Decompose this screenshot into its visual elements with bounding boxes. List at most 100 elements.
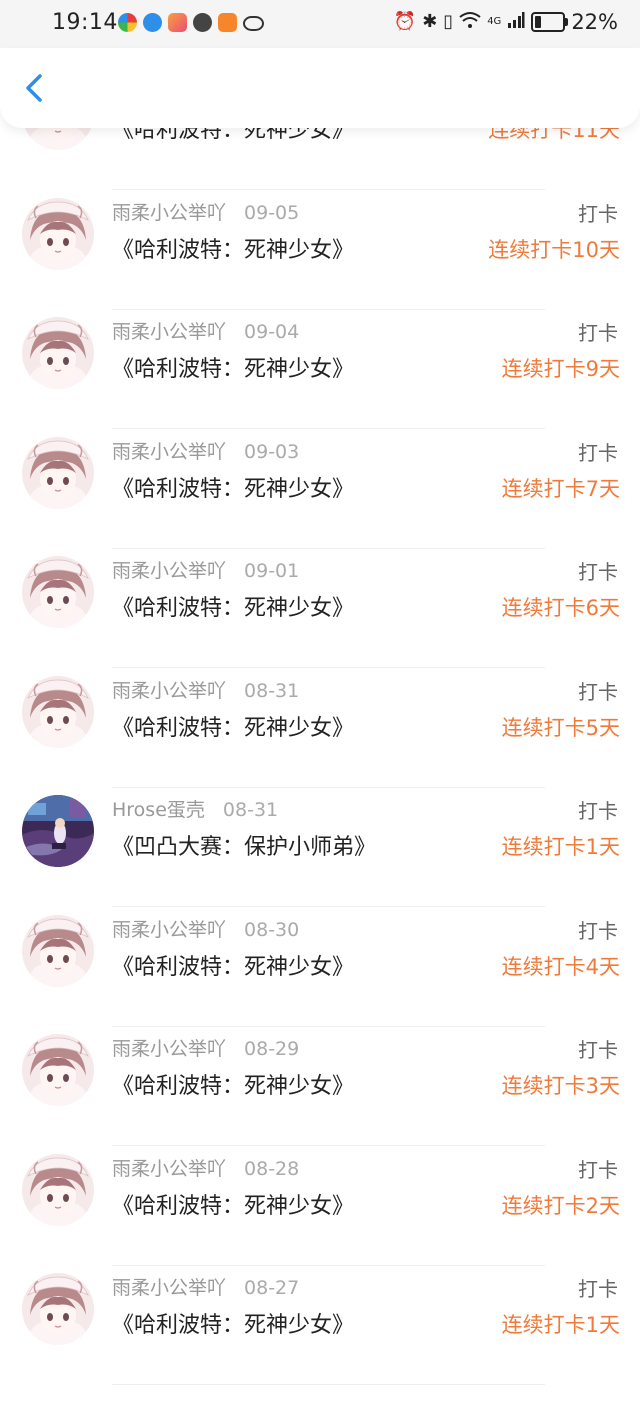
checkin-date: 09-01 bbox=[244, 560, 300, 582]
checkin-date: 08-31 bbox=[222, 799, 279, 821]
username[interactable]: 雨柔小公举吖 bbox=[112, 202, 226, 224]
orange-play-icon bbox=[218, 13, 237, 32]
row-divider bbox=[112, 906, 545, 907]
book-title[interactable]: 《哈利波特：死神少女》 bbox=[112, 1188, 354, 1220]
row-meta: 雨柔小公举吖 09-03 bbox=[112, 437, 299, 464]
username[interactable]: 雨柔小公举吖 bbox=[112, 680, 226, 702]
checkin-row[interactable]: 雨柔小公举吖 08-27 《哈利波特：死神少女》 打卡连续打卡1天 bbox=[0, 1267, 640, 1387]
row-divider bbox=[112, 1145, 545, 1146]
user-avatar[interactable] bbox=[22, 197, 94, 270]
book-title[interactable]: 《哈利波特：死神少女》 bbox=[112, 590, 354, 622]
checkin-label: 打卡 bbox=[578, 1277, 618, 1301]
status-bar: 19:14 ⏰ ✱ ▯ 4G 22% bbox=[0, 0, 640, 48]
checkin-row[interactable]: 雨柔小公举吖 09-03 《哈利波特：死神少女》 打卡 连续打卡7天 bbox=[0, 431, 640, 551]
row-divider bbox=[112, 786, 545, 788]
checkin-date: 09-04 bbox=[244, 321, 300, 343]
book-title[interactable]: 《哈利波特：死神少女》 bbox=[112, 710, 354, 742]
multicolor-flower-icon bbox=[118, 13, 137, 32]
battery-percent: 22% bbox=[571, 10, 618, 34]
streak-label: 连续打卡2天 bbox=[501, 1193, 620, 1218]
book-title[interactable]: 《哈利波特：死神少女》 bbox=[112, 232, 354, 264]
username[interactable]: Hrose蛋壳 bbox=[112, 799, 205, 821]
streak-label: 连续打卡1天 bbox=[501, 1313, 620, 1337]
username[interactable]: 雨柔小公举吖 bbox=[112, 1158, 226, 1180]
checkin-date: 08-27 bbox=[244, 1277, 300, 1299]
row-divider bbox=[112, 428, 545, 429]
checkin-row[interactable]: 雨柔小公举吖 08-30 《哈利波特：死神少女》 打卡 连续打卡4天 bbox=[0, 909, 640, 1029]
header bbox=[0, 48, 640, 128]
checkin-label: 打卡 bbox=[578, 679, 618, 704]
username[interactable]: 雨柔小公举吖 bbox=[112, 321, 226, 343]
checkin-label: 打卡 bbox=[578, 201, 618, 226]
checkin-row[interactable]: 雨柔小公举吖 08-28 《哈利波特：死神少女》 打卡 连续打卡2天 bbox=[0, 1148, 640, 1268]
row-divider bbox=[112, 1384, 545, 1385]
wifi-icon bbox=[459, 11, 481, 33]
status-app-icons bbox=[118, 13, 264, 32]
row-meta: 雨柔小公举吖 08-29 bbox=[112, 1034, 299, 1061]
checkin-row[interactable]: 雨柔小公举吖 09-05 《哈利波特：死神少女》 打卡连续打卡10天 bbox=[0, 192, 640, 312]
row-divider bbox=[112, 308, 545, 310]
user-avatar[interactable] bbox=[22, 1034, 94, 1106]
network-label: 4G bbox=[487, 16, 502, 27]
username[interactable]: 雨柔小公举吖 bbox=[112, 1038, 226, 1060]
username[interactable]: 雨柔小公举吖 bbox=[112, 919, 226, 941]
user-avatar[interactable] bbox=[22, 795, 94, 867]
row-meta: 雨柔小公举吖 09-05 bbox=[112, 198, 299, 225]
book-title[interactable]: 《哈利波特：死神少女》 bbox=[112, 1068, 354, 1100]
row-meta: 雨柔小公举吖 08-31 bbox=[112, 676, 299, 703]
user-avatar[interactable] bbox=[22, 556, 94, 628]
streak-label: 连续打卡10天 bbox=[488, 237, 620, 262]
user-avatar[interactable] bbox=[22, 914, 94, 987]
checkin-list: 雨柔小公举吖09-06《哈利波特：死神少女》打卡连续打卡11天 雨柔小公举吖09… bbox=[0, 78, 640, 1423]
checkin-label: 打卡 bbox=[578, 799, 618, 823]
row-meta: 雨柔小公举吖 09-01 bbox=[112, 556, 299, 583]
checkin-date: 09-03 bbox=[244, 440, 300, 463]
streak-label: 连续打卡1天 bbox=[501, 835, 620, 859]
checkin-label: 打卡 bbox=[578, 918, 618, 943]
checkin-date: 09-05 bbox=[244, 201, 300, 224]
book-title[interactable]: 《哈利波特：死神少女》 bbox=[112, 949, 354, 981]
checkin-date: 08-31 bbox=[244, 679, 300, 702]
status-time: 19:14 bbox=[52, 10, 118, 35]
streak-label: 连续打卡5天 bbox=[501, 715, 620, 740]
signal-icon bbox=[507, 11, 525, 33]
vibrate-icon: ▯ bbox=[443, 11, 454, 32]
book-title[interactable]: 《哈利波特：死神少女》 bbox=[112, 351, 354, 383]
checkin-date: 08-30 bbox=[244, 918, 300, 941]
row-divider bbox=[112, 547, 545, 549]
checkin-row[interactable]: 雨柔小公举吖 09-01 《哈利波特：死神少女》 打卡 连续打卡6天 bbox=[0, 550, 640, 670]
book-title[interactable]: 《哈利波特：死神少女》 bbox=[112, 471, 354, 503]
user-avatar[interactable] bbox=[22, 675, 94, 748]
username[interactable]: 雨柔小公举吖 bbox=[112, 441, 226, 463]
eye-icon bbox=[243, 16, 264, 31]
battery-level bbox=[535, 16, 542, 28]
book-title[interactable]: 《凹凸大赛：保护小师弟》 bbox=[112, 829, 376, 861]
checkin-label: 打卡 bbox=[578, 321, 618, 345]
row-meta: Hrose蛋壳 08-31 bbox=[112, 795, 278, 822]
checkin-date: 08-29 bbox=[244, 1038, 300, 1060]
username[interactable]: 雨柔小公举吖 bbox=[112, 560, 226, 582]
checkin-row[interactable]: 雨柔小公举吖 08-31 《哈利波特：死神少女》 打卡连续打卡5天 bbox=[0, 670, 640, 790]
checkin-row[interactable]: 雨柔小公举吖 09-04 《哈利波特：死神少女》 打卡连续打卡9天 bbox=[0, 311, 640, 431]
user-avatar[interactable] bbox=[22, 1153, 94, 1226]
checkin-row[interactable]: 雨柔小公举吖 08-29 《哈利波特：死神少女》 打卡 连续打卡3天 bbox=[0, 1028, 640, 1148]
streak-label: 连续打卡9天 bbox=[501, 357, 620, 381]
battery-icon bbox=[531, 12, 569, 32]
row-meta: 雨柔小公举吖 08-28 bbox=[112, 1154, 299, 1181]
checkin-row[interactable]: Hrose蛋壳 08-31 《凹凸大赛：保护小师弟》 打卡连续打卡1天 bbox=[0, 789, 640, 909]
orange-grid-icon bbox=[168, 13, 187, 32]
user-avatar[interactable] bbox=[22, 436, 94, 509]
row-divider bbox=[112, 667, 545, 668]
username[interactable]: 雨柔小公举吖 bbox=[112, 1277, 226, 1299]
row-meta: 雨柔小公举吖 09-04 bbox=[112, 317, 299, 344]
back-button[interactable] bbox=[18, 70, 54, 106]
row-meta: 雨柔小公举吖 08-27 bbox=[112, 1273, 299, 1300]
checkin-date: 08-28 bbox=[244, 1157, 300, 1180]
user-avatar[interactable] bbox=[22, 1273, 94, 1345]
row-divider bbox=[112, 1264, 545, 1266]
book-title[interactable]: 《哈利波特：死神少女》 bbox=[112, 1307, 354, 1339]
user-avatar[interactable] bbox=[22, 317, 94, 389]
chevron-left-icon bbox=[26, 74, 42, 102]
streak-label: 连续打卡7天 bbox=[501, 476, 620, 501]
streak-label: 连续打卡6天 bbox=[501, 596, 620, 620]
